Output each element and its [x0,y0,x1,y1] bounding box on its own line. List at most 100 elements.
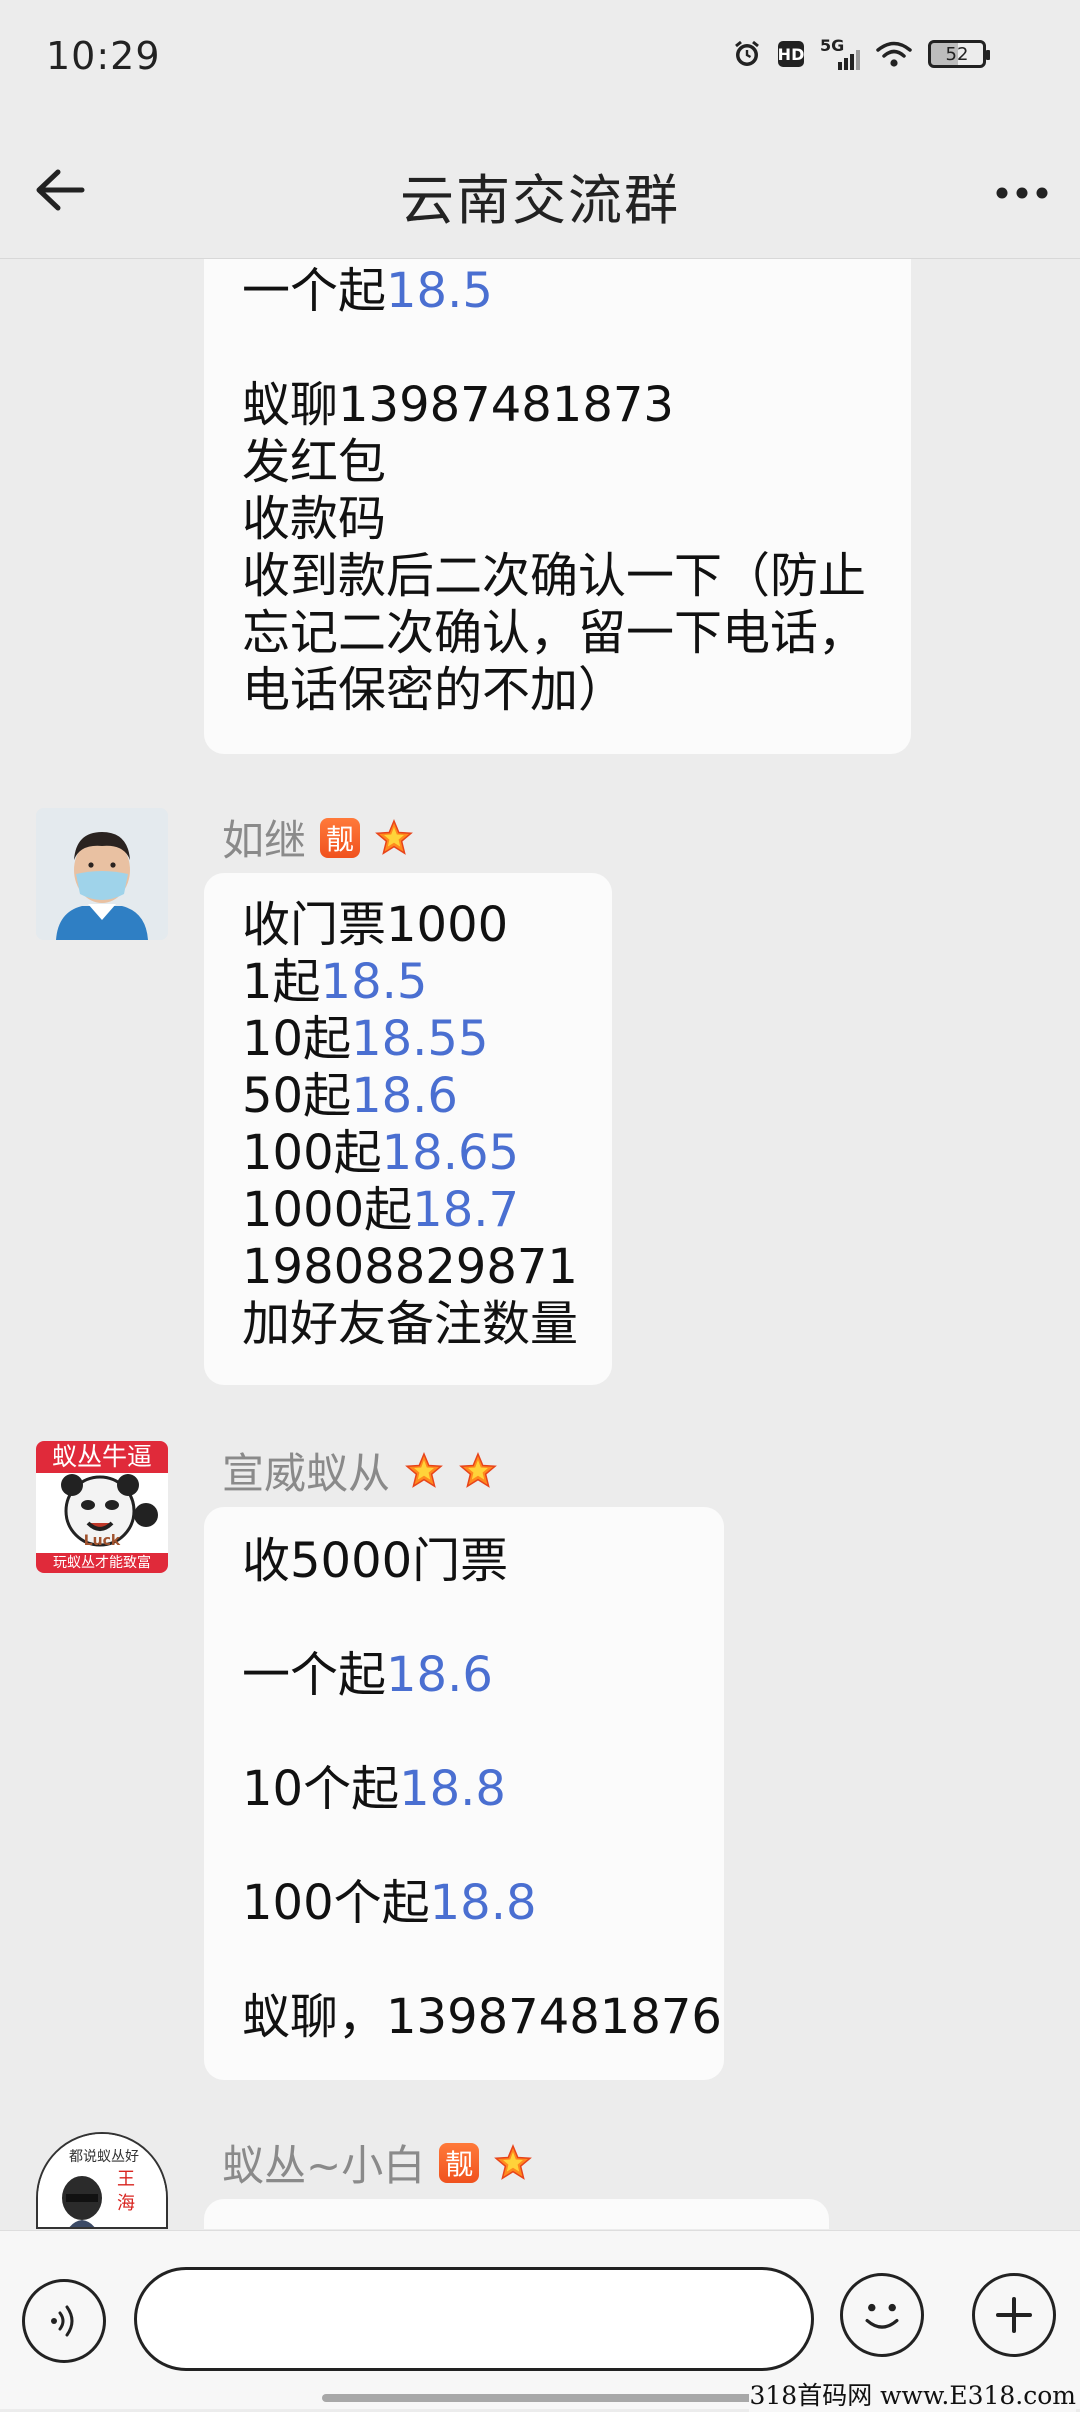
more-button[interactable] [992,168,1052,218]
message-text: 忘记二次确认，留一下电话， [242,605,867,661]
alarm-icon [732,39,762,69]
sender-name[interactable]: 如继 [222,807,306,868]
message-text: 发红包 [242,434,387,490]
message-text: 收到款后二次确认一下（防止 [242,548,867,604]
message-text: 蚁聊13987481873 [242,377,674,433]
sender-name[interactable]: 蚁丛~小白 [222,2132,425,2193]
message-text: 100个起 [242,1875,430,1931]
status-icons: HD 5G 52 [732,36,990,70]
message-line: 加好友备注数量 [242,1296,578,1353]
avatar-photo [36,808,168,940]
star-icon [375,818,413,855]
avatar-caption-name: 王 海 [117,2169,135,2214]
status-time: 10:29 [46,34,161,78]
message-line: 10起18.55 [242,1011,574,1068]
price-number[interactable]: 18.8 [430,1875,537,1931]
sender-name[interactable]: 宣威蚁从 [222,1440,390,1501]
message-text: 收款码 [242,491,387,547]
message-line: 100起18.65 [242,1125,574,1182]
voice-button[interactable] [22,2279,106,2363]
star-icon [405,1451,443,1488]
sender-name-row: 如继 靓 [222,807,414,868]
price-number[interactable]: 18.5 [321,954,428,1010]
price-number[interactable]: 18.8 [399,1761,506,1817]
message-line: 1起18.5 [242,954,574,1011]
smiley-icon [865,2303,899,2329]
message-text: 加好友备注数量 [242,1296,579,1352]
avatar-caption-bottom: 玩蚁丛才能致富 [53,1555,151,1571]
message-input[interactable] [134,2267,814,2371]
sender-name-row: 宣威蚁从 [222,1440,498,1501]
chat-messages[interactable]: 一个起18.5 蚁聊13987481873 发红包 收款码 收到款后二次确认一下（防止忘… [0,259,1080,2229]
avatar[interactable]: 蚁丛牛逼 Luck 玩蚁丛才能致富 [36,1441,168,1573]
message-line: 1000起18.7 [242,1182,574,1239]
star-icon [494,2143,533,2180]
message-line: 蚁聊13987481873 [242,377,873,434]
emoji-button[interactable] [840,2273,924,2357]
message-text: 蚁聊，13987481876 [242,1989,722,2045]
signal-5g-icon: 5G [820,36,860,70]
message-line: 10个起18.8 [242,1761,686,1818]
hd-icon: HD [778,41,804,67]
message-line: 蚁聊，13987481876 [242,1989,722,2046]
message-line: 收5000门票 [242,1533,686,1590]
message-line: 100个起18.8 [242,1875,686,1932]
message-text: 1000起 [242,1182,413,1238]
add-button[interactable] [972,2273,1056,2357]
message-text: 收门票1000 [242,897,509,953]
price-number[interactable]: 18.55 [351,1011,488,1067]
message-bubble[interactable]: 一个起18.5 蚁聊13987481873 发红包 收款码 收到款后二次确认一下（防止忘… [204,259,911,754]
voice-icon [51,2305,74,2337]
message-text: 收5000门票 [242,1533,509,1589]
sender-name-row: 蚁丛~小白 靓 [222,2132,533,2193]
message-text: 100起 [242,1125,382,1181]
battery-level: 52 [945,43,969,65]
message-line: 电话保密的不加） [242,662,873,719]
avatar[interactable] [36,808,168,940]
message-text: 10个起 [242,1761,400,1817]
star-icon [459,1451,497,1488]
message-text: 10起 [242,1011,352,1067]
message-line: 收款码 [242,491,873,548]
message-bubble[interactable]: 收5000门票 一个起18.6 10个起18.8 100个起18.8 蚁聊，139874… [204,1507,724,2080]
message-line: 忘记二次确认，留一下电话， [242,605,873,662]
page-title: 云南交流群 [400,169,680,232]
battery-icon: 52 [928,40,990,68]
message-line: 发红包 [242,434,873,491]
liang-badge: 靓 [320,817,361,858]
message-line: 19808829871 [242,1239,578,1296]
message-line: 收到款后二次确认一下（防止 [242,548,873,605]
price-number[interactable]: 18.6 [351,1068,458,1124]
home-indicator[interactable] [322,2394,758,2402]
message-line: 一个起18.5 [242,263,873,320]
price-number[interactable]: 18.5 [386,263,493,319]
message-text: 电话保密的不加） [242,662,627,718]
message-line: 收门票1000 [242,897,574,954]
message-line: 一个起18.6 [242,1647,686,1704]
avatar-caption-mid: Luck [83,1533,121,1549]
price-number[interactable]: 18.7 [412,1182,519,1238]
message-text: 19808829871 [242,1239,578,1295]
plus-icon [996,2297,1032,2333]
message-text: 50起 [242,1068,352,1124]
wifi-icon [876,40,912,68]
price-number[interactable]: 18.65 [382,1125,519,1181]
message-line: 50起18.6 [242,1068,574,1125]
avatar-caption-top: 蚁丛牛逼 [51,1442,152,1471]
message-bubble[interactable] [204,2199,829,2229]
message-text: 一个起 [242,1647,387,1703]
message-text: 一个起 [242,263,387,319]
avatar-caption-top: 都说蚁丛好 [69,2149,139,2165]
price-number[interactable]: 18.6 [386,1647,493,1703]
message-text: 1起 [242,954,321,1010]
more-dots-icon [996,187,1048,199]
message-bubble[interactable]: 收门票1000 1起18.5 10起18.55 50起18.6 100起18.65 100… [204,873,612,1385]
avatar[interactable]: 都说蚁丛好 王 海 [36,2132,168,2229]
chat-header: 云南交流群 [0,120,1080,259]
watermark: 318首码网 www.E318.com [749,2376,1076,2412]
